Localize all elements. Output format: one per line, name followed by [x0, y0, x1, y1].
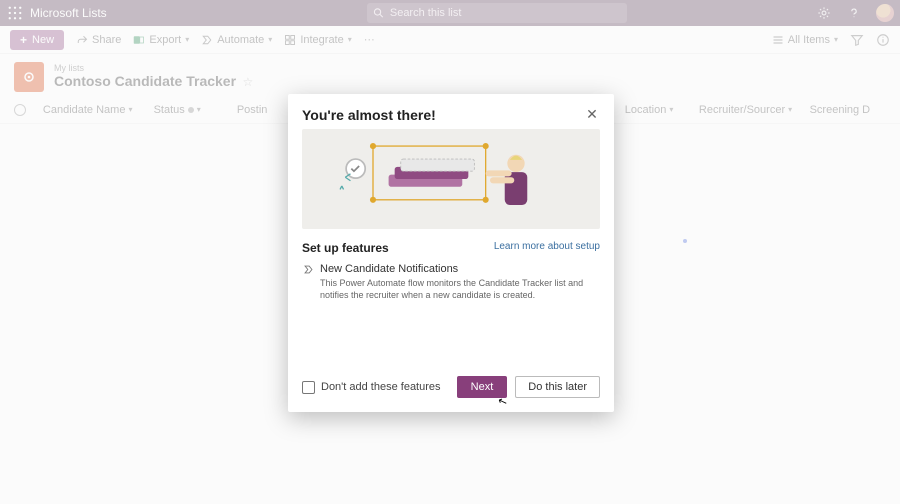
close-icon[interactable]: ✕: [584, 106, 600, 123]
feature-description: This Power Automate flow monitors the Ca…: [320, 277, 600, 301]
feature-item: New Candidate Notifications This Power A…: [288, 255, 614, 301]
setup-modal: You're almost there! ✕ Set up features L…: [288, 94, 614, 412]
modal-title: You're almost there!: [302, 107, 436, 123]
dont-add-checkbox[interactable]: Don't add these features: [302, 381, 441, 394]
flow-icon: [302, 263, 314, 275]
checkbox-icon: [302, 381, 315, 394]
next-label: Next: [471, 381, 494, 393]
learn-more-link[interactable]: Learn more about setup: [494, 241, 600, 255]
do-later-button[interactable]: Do this later: [515, 376, 600, 398]
section-title: Set up features: [302, 241, 389, 255]
dont-add-label: Don't add these features: [321, 381, 441, 393]
later-label: Do this later: [528, 381, 587, 393]
feature-name: New Candidate Notifications: [320, 263, 458, 275]
next-button[interactable]: Next: [457, 376, 508, 398]
modal-hero-image: [302, 129, 600, 229]
